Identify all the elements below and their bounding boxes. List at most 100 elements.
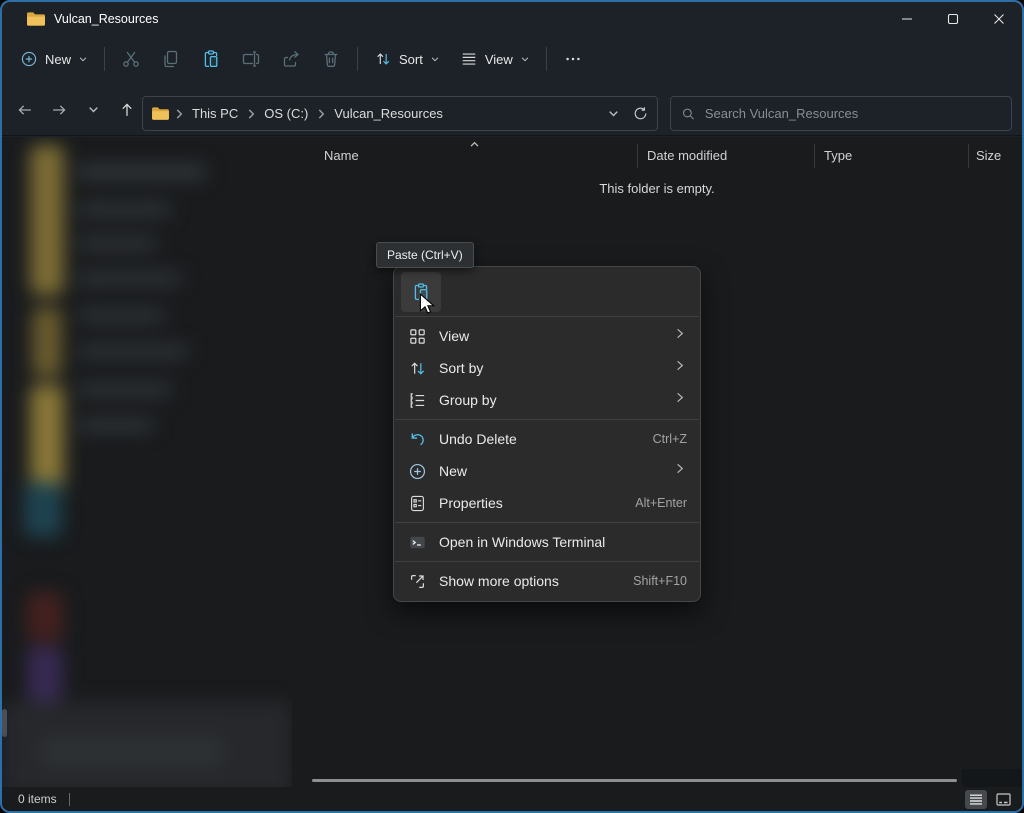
- paste-tooltip: Paste (Ctrl+V): [376, 242, 474, 268]
- refresh-icon[interactable]: [632, 105, 649, 122]
- new-plus-circle-icon: [20, 50, 38, 68]
- delete-button[interactable]: [311, 42, 351, 76]
- column-header-type[interactable]: Type: [824, 148, 852, 163]
- menu-item-label: Show more options: [439, 573, 559, 589]
- menu-item-shortcut: Shift+F10: [633, 574, 687, 588]
- menu-item-properties[interactable]: Properties Alt+Enter: [398, 487, 696, 519]
- search-box[interactable]: [670, 96, 1012, 131]
- expand-icon: [408, 572, 427, 591]
- sort-button[interactable]: Sort: [364, 42, 450, 76]
- thumbnails-view-button[interactable]: [992, 790, 1014, 809]
- menu-item-group-by[interactable]: Group by: [398, 384, 696, 416]
- address-row: This PC OS (C:) Vulcan_Resources: [2, 84, 1022, 136]
- command-toolbar: New Sort View: [2, 36, 1022, 82]
- window-title: Vulcan_Resources: [54, 12, 158, 26]
- folder-icon: [26, 11, 46, 27]
- folder-icon: [151, 106, 170, 121]
- view-button-label: View: [485, 52, 513, 67]
- column-divider[interactable]: [814, 144, 815, 168]
- sidebar-scrollbar[interactable]: [2, 709, 7, 737]
- menu-separator: [395, 419, 699, 420]
- column-headers: Name Date modified Type Size: [292, 141, 1022, 171]
- sort-ascending-icon: [468, 138, 481, 151]
- menu-item-label: Properties: [439, 495, 503, 511]
- thumbnails-view-icon: [996, 793, 1011, 806]
- empty-folder-message: This folder is empty.: [292, 181, 1022, 196]
- menu-item-shortcut: Ctrl+Z: [653, 432, 687, 446]
- chevron-down-icon: [78, 54, 88, 64]
- sort-arrows-icon: [408, 359, 427, 378]
- cut-button[interactable]: [111, 42, 151, 76]
- toolbar-separator: [104, 47, 105, 71]
- column-divider[interactable]: [637, 144, 638, 168]
- menu-item-sort-by[interactable]: Sort by: [398, 352, 696, 384]
- see-more-button[interactable]: [553, 42, 593, 76]
- minimize-button[interactable]: [884, 2, 930, 35]
- view-button[interactable]: View: [450, 42, 540, 76]
- maximize-button[interactable]: [930, 2, 976, 35]
- context-menu: View Sort by Group by Undo Delete Ctrl+Z…: [393, 266, 701, 602]
- menu-item-open-in-windows-terminal[interactable]: Open in Windows Terminal: [398, 526, 696, 558]
- search-input[interactable]: [705, 106, 1001, 121]
- recent-chevron-icon: [87, 103, 100, 116]
- share-button[interactable]: [271, 42, 311, 76]
- new-button-label: New: [45, 52, 71, 67]
- breadcrumb-this-pc[interactable]: This PC: [188, 106, 242, 121]
- menu-item-new[interactable]: New: [398, 455, 696, 487]
- forward-button[interactable]: [42, 93, 76, 127]
- sort-arrows-icon: [374, 50, 392, 68]
- terminal-icon: [408, 533, 427, 552]
- details-view-icon: [969, 793, 983, 806]
- chevron-down-icon: [520, 54, 530, 64]
- breadcrumb-drive[interactable]: OS (C:): [260, 106, 312, 121]
- details-view-button[interactable]: [965, 790, 987, 809]
- new-button[interactable]: New: [10, 42, 98, 76]
- menu-item-undo-delete[interactable]: Undo Delete Ctrl+Z: [398, 423, 696, 455]
- up-button[interactable]: [110, 93, 144, 127]
- close-button[interactable]: [976, 2, 1022, 35]
- menu-item-view[interactable]: View: [398, 320, 696, 352]
- paste-button[interactable]: [191, 42, 231, 76]
- copy-icon: [161, 49, 181, 69]
- column-header-date-modified[interactable]: Date modified: [647, 148, 727, 163]
- submenu-chevron-icon: [672, 326, 687, 341]
- toolbar-separator: [546, 47, 547, 71]
- search-icon: [681, 106, 696, 122]
- back-button[interactable]: [8, 93, 42, 127]
- column-header-name[interactable]: Name: [324, 148, 359, 163]
- properties-icon: [408, 494, 427, 513]
- menu-item-label: View: [439, 328, 469, 344]
- menu-separator: [395, 316, 699, 317]
- column-header-size[interactable]: Size: [976, 148, 1001, 163]
- navigation-pane[interactable]: [2, 137, 292, 787]
- mouse-cursor: [419, 293, 435, 315]
- column-divider[interactable]: [968, 144, 969, 168]
- maximize-icon: [947, 13, 959, 25]
- view-list-icon: [460, 50, 478, 68]
- rename-icon: [241, 49, 261, 69]
- chevron-down-icon: [430, 54, 440, 64]
- menu-item-label: Open in Windows Terminal: [439, 534, 605, 550]
- cut-icon: [121, 49, 141, 69]
- address-dropdown-icon[interactable]: [607, 107, 620, 120]
- sort-button-label: Sort: [399, 52, 423, 67]
- breadcrumb-chevron-icon: [244, 107, 258, 121]
- copy-button[interactable]: [151, 42, 191, 76]
- recent-locations-button[interactable]: [76, 93, 110, 127]
- horizontal-scrollbar[interactable]: [312, 779, 957, 782]
- breadcrumb-current-folder[interactable]: Vulcan_Resources: [330, 106, 447, 121]
- delete-icon: [321, 49, 341, 69]
- group-list-icon: [408, 391, 427, 410]
- navigation-pane-blur: [2, 137, 292, 787]
- breadcrumb-bar[interactable]: This PC OS (C:) Vulcan_Resources: [142, 96, 658, 131]
- plus-circle-icon: [408, 462, 427, 481]
- context-menu-icon-row: [394, 271, 700, 313]
- items-count: 0 items: [18, 792, 57, 806]
- paste-icon: [201, 49, 221, 69]
- grid-icon: [408, 327, 427, 346]
- share-icon: [281, 49, 301, 69]
- menu-separator: [395, 522, 699, 523]
- rename-button[interactable]: [231, 42, 271, 76]
- menu-item-show-more-options[interactable]: Show more options Shift+F10: [398, 565, 696, 597]
- forward-arrow-icon: [50, 101, 68, 119]
